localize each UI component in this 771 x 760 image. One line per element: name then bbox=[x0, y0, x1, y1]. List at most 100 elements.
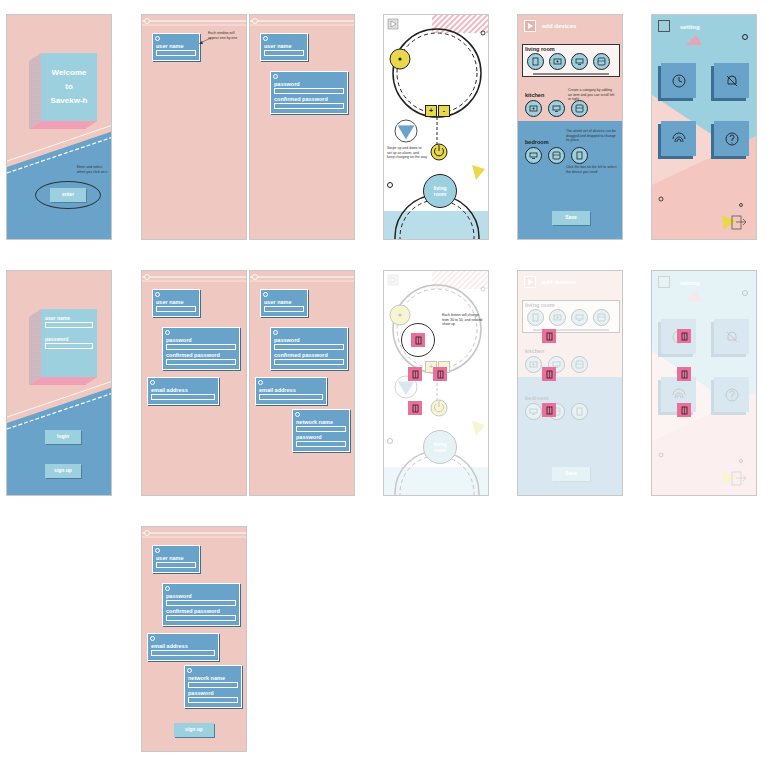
room-label: kitchen bbox=[525, 348, 544, 355]
phone-screen: +-living roomSwipe up and down to set up… bbox=[383, 14, 489, 240]
pink-device-badge[interactable] bbox=[677, 403, 691, 417]
login-button[interactable]: login bbox=[45, 430, 81, 444]
text-input[interactable] bbox=[156, 306, 196, 312]
text-input[interactable] bbox=[188, 697, 238, 703]
fingerprint-icon bbox=[670, 130, 688, 148]
split-background bbox=[7, 15, 112, 240]
device-button[interactable] bbox=[525, 356, 542, 373]
text-input[interactable] bbox=[274, 103, 344, 109]
pink-device-badge[interactable] bbox=[408, 367, 422, 381]
field-label: password bbox=[188, 690, 238, 697]
device-row bbox=[525, 309, 617, 326]
device-button[interactable] bbox=[548, 100, 565, 117]
form-window: user name bbox=[152, 289, 200, 317]
device-icon bbox=[553, 313, 562, 322]
device-button[interactable] bbox=[571, 53, 588, 70]
device-button[interactable] bbox=[525, 100, 542, 117]
field-label: network name bbox=[296, 419, 346, 426]
text-input[interactable] bbox=[264, 306, 304, 312]
device-button[interactable] bbox=[549, 53, 566, 70]
text-input[interactable] bbox=[156, 562, 196, 568]
text-input[interactable] bbox=[274, 359, 344, 365]
text-input[interactable] bbox=[259, 394, 323, 400]
scroll-bar[interactable] bbox=[533, 73, 609, 75]
device-icon bbox=[680, 332, 689, 341]
save-button[interactable]: Save bbox=[552, 467, 590, 481]
text-input[interactable] bbox=[151, 650, 215, 656]
device-button[interactable] bbox=[527, 53, 544, 70]
text-input[interactable] bbox=[151, 394, 215, 400]
text-input[interactable] bbox=[296, 426, 346, 432]
window-circle-icon bbox=[263, 292, 268, 297]
text-input[interactable] bbox=[166, 344, 236, 350]
screen-title: add devices bbox=[542, 278, 576, 287]
device-button[interactable] bbox=[571, 100, 588, 117]
plus-button[interactable]: + bbox=[425, 105, 437, 117]
field-label: email address bbox=[151, 387, 215, 394]
device-button[interactable] bbox=[525, 147, 542, 164]
top-bar bbox=[250, 271, 355, 283]
field-label: user name bbox=[45, 315, 93, 322]
field-label: password bbox=[296, 434, 346, 441]
field-label: user name bbox=[156, 299, 196, 306]
form-window: passwordconfirmed password bbox=[162, 327, 240, 370]
device-button[interactable] bbox=[593, 53, 610, 70]
device-icon bbox=[680, 370, 689, 379]
phone-screen: +-living roomEach button will change fro… bbox=[383, 270, 489, 496]
setting-tile[interactable] bbox=[661, 121, 696, 156]
text-input[interactable] bbox=[166, 615, 236, 621]
room-button[interactable]: living room bbox=[423, 430, 457, 464]
sign-up-button[interactable]: sign up bbox=[45, 464, 81, 478]
form-window: network name password bbox=[292, 409, 350, 452]
device-button[interactable] bbox=[571, 147, 588, 164]
pink-device-badge[interactable] bbox=[677, 329, 691, 343]
screen-content: setting bbox=[652, 15, 756, 239]
phone-screen: user namepasswordconfirmed passwordemail… bbox=[141, 526, 247, 752]
device-button[interactable] bbox=[571, 403, 588, 420]
text-input[interactable] bbox=[156, 50, 196, 56]
setting-tile[interactable] bbox=[714, 377, 749, 412]
form-window: email address bbox=[147, 633, 219, 661]
text-input[interactable] bbox=[45, 322, 93, 328]
enter-button[interactable]: enter bbox=[50, 188, 86, 202]
text-input[interactable] bbox=[264, 50, 304, 56]
device-button[interactable] bbox=[571, 309, 588, 326]
room-label: bedroom bbox=[525, 395, 549, 402]
text-input[interactable] bbox=[45, 343, 93, 349]
device-button[interactable] bbox=[549, 309, 566, 326]
adjust-buttons: +- bbox=[425, 105, 450, 117]
setting-tile[interactable] bbox=[661, 63, 696, 98]
setting-tile[interactable] bbox=[714, 63, 749, 98]
pink-device-badge[interactable] bbox=[408, 401, 422, 415]
text-input[interactable] bbox=[296, 441, 346, 447]
device-button[interactable] bbox=[527, 309, 544, 326]
save-button[interactable]: Save bbox=[552, 211, 590, 225]
minus-button[interactable]: - bbox=[438, 105, 450, 117]
room-button[interactable]: living room bbox=[423, 174, 457, 208]
text-input[interactable] bbox=[274, 88, 344, 94]
text-input[interactable] bbox=[166, 359, 236, 365]
device-button[interactable] bbox=[571, 356, 588, 373]
pink-device-badge[interactable] bbox=[542, 367, 556, 381]
device-row bbox=[525, 53, 617, 70]
setting-tile[interactable] bbox=[714, 319, 749, 354]
text-input[interactable] bbox=[274, 344, 344, 350]
text-input[interactable] bbox=[166, 600, 236, 606]
device-button[interactable] bbox=[525, 403, 542, 420]
annotation: Click the box on the left to select the … bbox=[566, 165, 618, 174]
device-button[interactable] bbox=[593, 309, 610, 326]
split-background bbox=[7, 271, 112, 496]
pink-device-badge[interactable] bbox=[433, 367, 447, 381]
pink-device-badge[interactable] bbox=[677, 367, 691, 381]
top-bar bbox=[250, 15, 355, 27]
form-window: passwordconfirmed password bbox=[270, 71, 348, 114]
device-icon bbox=[597, 313, 606, 322]
sign-up-button[interactable]: sign up bbox=[174, 723, 214, 737]
pink-device-badge[interactable] bbox=[542, 403, 556, 417]
pink-device-badge[interactable] bbox=[411, 333, 425, 347]
text-input[interactable] bbox=[188, 682, 238, 688]
setting-tile[interactable] bbox=[714, 121, 749, 156]
device-button[interactable] bbox=[548, 147, 565, 164]
device-icon bbox=[545, 370, 554, 379]
pink-device-badge[interactable] bbox=[542, 329, 556, 343]
